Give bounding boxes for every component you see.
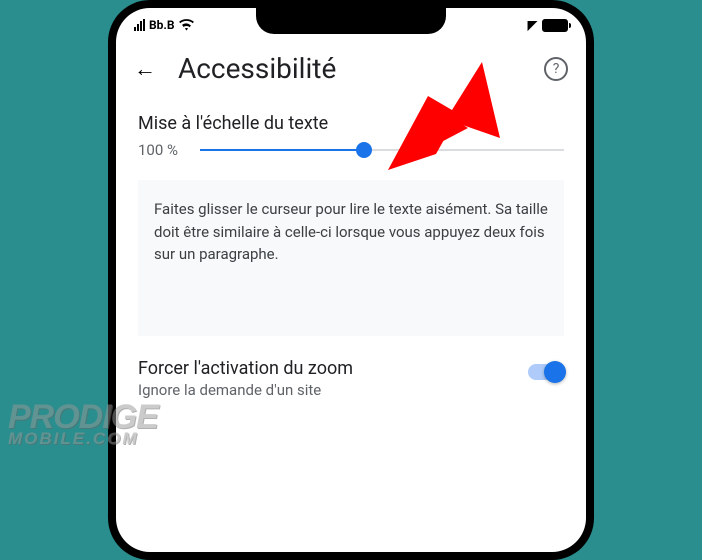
watermark: PRODIGE MOBILE.COM [8, 403, 158, 446]
page-title: Accessibilité [178, 52, 522, 85]
phone-frame: Bb.B ◤ ← Accessibilité ? Mise à l'échell… [108, 0, 594, 560]
force-zoom-toggle[interactable] [528, 364, 564, 380]
help-icon[interactable]: ? [544, 57, 568, 81]
text-scaling-section: Mise à l'échelle du texte 100 % [116, 95, 586, 166]
app-header: ← Accessibilité ? [116, 38, 586, 95]
slider-thumb[interactable] [356, 142, 372, 158]
text-scaling-slider[interactable] [200, 140, 564, 160]
watermark-line1: PRODIGE [8, 403, 158, 432]
force-zoom-subtitle: Ignore la demande d'un site [138, 381, 353, 399]
wifi-icon [179, 18, 194, 33]
battery-icon [542, 19, 568, 32]
text-scaling-label: Mise à l'échelle du texte [138, 113, 564, 134]
cell-signal-icon [134, 19, 145, 31]
force-zoom-title: Forcer l'activation du zoom [138, 358, 353, 379]
text-scaling-percent: 100 % [138, 141, 186, 159]
location-icon: ◤ [528, 18, 537, 32]
carrier-label: Bb.B [149, 18, 175, 32]
notch [256, 8, 446, 34]
text-scaling-preview: Faites glisser le curseur pour lire le t… [138, 180, 564, 336]
watermark-line2: MOBILE.COM [8, 432, 158, 446]
slider-fill [200, 149, 364, 151]
screen: Bb.B ◤ ← Accessibilité ? Mise à l'échell… [116, 8, 586, 552]
back-arrow-icon[interactable]: ← [134, 56, 156, 82]
force-zoom-section: Forcer l'activation du zoom Ignore la de… [116, 336, 586, 399]
